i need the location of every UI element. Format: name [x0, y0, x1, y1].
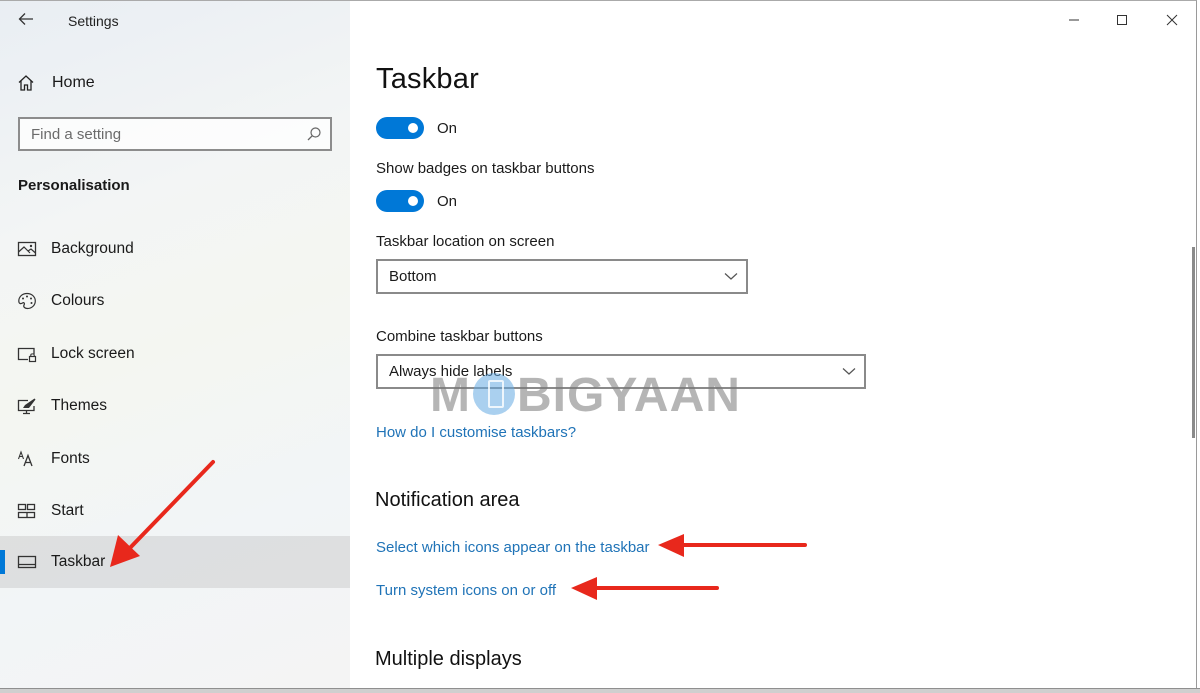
- maximize-icon: [1117, 15, 1127, 25]
- search-input[interactable]: [20, 119, 330, 149]
- taskbar-icon: [17, 555, 37, 569]
- minimize-icon: [1069, 19, 1079, 21]
- badges-toggle-row: On: [376, 189, 457, 213]
- select-icons-link[interactable]: Select which icons appear on the taskbar: [376, 539, 650, 556]
- combine-selected-value: Always hide labels: [389, 363, 513, 380]
- badges-toggle[interactable]: [376, 190, 424, 212]
- sidebar-item-label: Fonts: [51, 450, 90, 467]
- themes-icon: [17, 398, 36, 415]
- sidebar-item-themes[interactable]: Themes: [0, 380, 350, 432]
- taskbar-toggle-row: On: [376, 116, 457, 140]
- multiple-displays-heading: Multiple displays: [375, 648, 522, 670]
- search-icon[interactable]: [306, 126, 322, 142]
- combine-label: Combine taskbar buttons: [376, 328, 543, 345]
- help-link[interactable]: How do I customise taskbars?: [376, 424, 576, 441]
- chevron-down-icon: [842, 368, 856, 375]
- sidebar-item-label: Lock screen: [51, 345, 135, 362]
- lock-screen-icon: [17, 347, 37, 363]
- sidebar: Settings Home Personalisation Background: [0, 1, 350, 688]
- sidebar-item-label: Taskbar: [51, 553, 106, 570]
- sidebar-item-home[interactable]: Home: [0, 65, 350, 101]
- chevron-down-icon: [724, 273, 738, 280]
- page-title: Taskbar: [376, 63, 479, 95]
- combine-dropdown[interactable]: Always hide labels: [376, 354, 866, 389]
- minimize-button[interactable]: [1049, 1, 1099, 39]
- sidebar-item-colours[interactable]: Colours: [0, 275, 350, 327]
- location-label: Taskbar location on screen: [376, 233, 555, 250]
- sidebar-item-start[interactable]: Start: [0, 485, 350, 537]
- location-dropdown[interactable]: Bottom: [376, 259, 748, 294]
- close-icon: [1166, 14, 1178, 26]
- maximize-button[interactable]: [1097, 1, 1147, 39]
- back-arrow-icon: [18, 13, 33, 25]
- desktop-background-strip: [0, 688, 1200, 693]
- toggle-state-label: On: [437, 192, 458, 210]
- scrollbar-thumb[interactable]: [1192, 247, 1195, 438]
- search-box[interactable]: [18, 117, 332, 151]
- sidebar-item-label: Colours: [51, 292, 105, 309]
- back-button[interactable]: [14, 7, 38, 31]
- sidebar-item-background[interactable]: Background: [0, 223, 350, 275]
- sidebar-item-label: Themes: [51, 397, 107, 414]
- selected-indicator: [0, 550, 5, 574]
- sidebar-item-fonts[interactable]: Fonts: [0, 433, 350, 485]
- badges-label: Show badges on taskbar buttons: [376, 160, 595, 177]
- sidebar-item-lock-screen[interactable]: Lock screen: [0, 328, 350, 380]
- main-content: Taskbar On Show badges on taskbar button…: [350, 1, 1196, 688]
- notification-area-heading: Notification area: [375, 489, 520, 511]
- settings-window: Settings Home Personalisation Background: [0, 0, 1197, 689]
- sidebar-item-label: Background: [51, 240, 134, 257]
- sidebar-item-label: Home: [52, 74, 95, 91]
- location-selected-value: Bottom: [389, 268, 437, 285]
- fonts-icon: [17, 450, 33, 467]
- start-icon: [17, 503, 36, 519]
- app-title: Settings: [68, 13, 119, 29]
- palette-icon: [18, 292, 36, 310]
- taskbar-toggle[interactable]: [376, 117, 424, 139]
- sidebar-item-taskbar[interactable]: Taskbar: [0, 536, 350, 588]
- background-image-icon: [17, 241, 37, 257]
- section-label: Personalisation: [18, 177, 130, 194]
- close-button[interactable]: [1147, 1, 1196, 39]
- sidebar-item-label: Start: [51, 502, 84, 519]
- toggle-state-label: On: [437, 119, 458, 137]
- system-icons-link[interactable]: Turn system icons on or off: [376, 582, 556, 599]
- home-icon: [18, 75, 34, 91]
